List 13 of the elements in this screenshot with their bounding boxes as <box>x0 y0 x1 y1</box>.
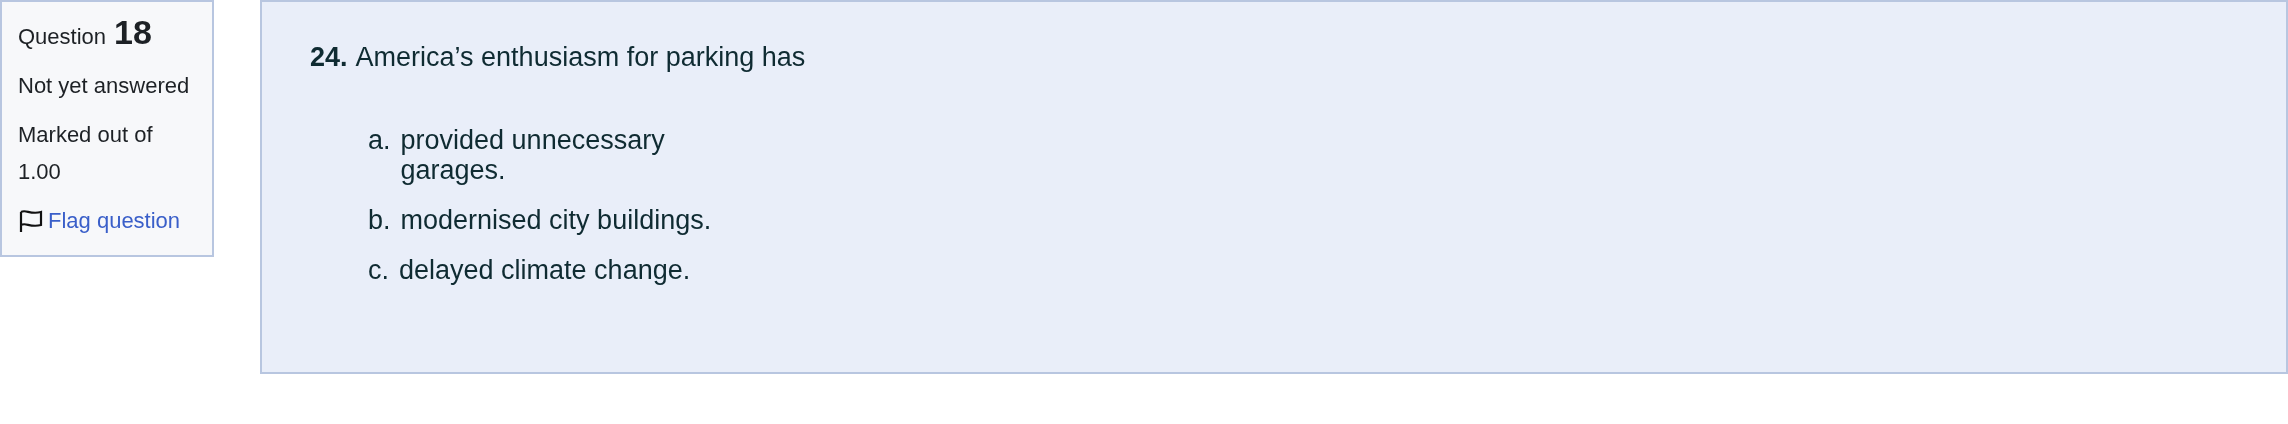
option-text[interactable]: delayed climate change. <box>399 255 691 285</box>
question-number: 18 <box>114 14 152 51</box>
option-text[interactable]: provided unnecessary garages. <box>400 125 721 185</box>
flag-question-link[interactable]: Flag question <box>48 208 181 233</box>
status-text: Not yet answered <box>18 72 191 100</box>
option-letter: c. <box>368 255 389 285</box>
question-item-number: 24. <box>310 42 348 73</box>
marks-text: Marked out of 1.00 <box>18 121 154 186</box>
option-letter: a. <box>368 125 391 155</box>
question-label: Question <box>18 23 107 51</box>
option-text[interactable]: modernised city buildings. <box>400 205 712 235</box>
option-letter: b. <box>368 205 391 235</box>
question-text: America’s enthusiasm for parking has <box>355 42 806 73</box>
